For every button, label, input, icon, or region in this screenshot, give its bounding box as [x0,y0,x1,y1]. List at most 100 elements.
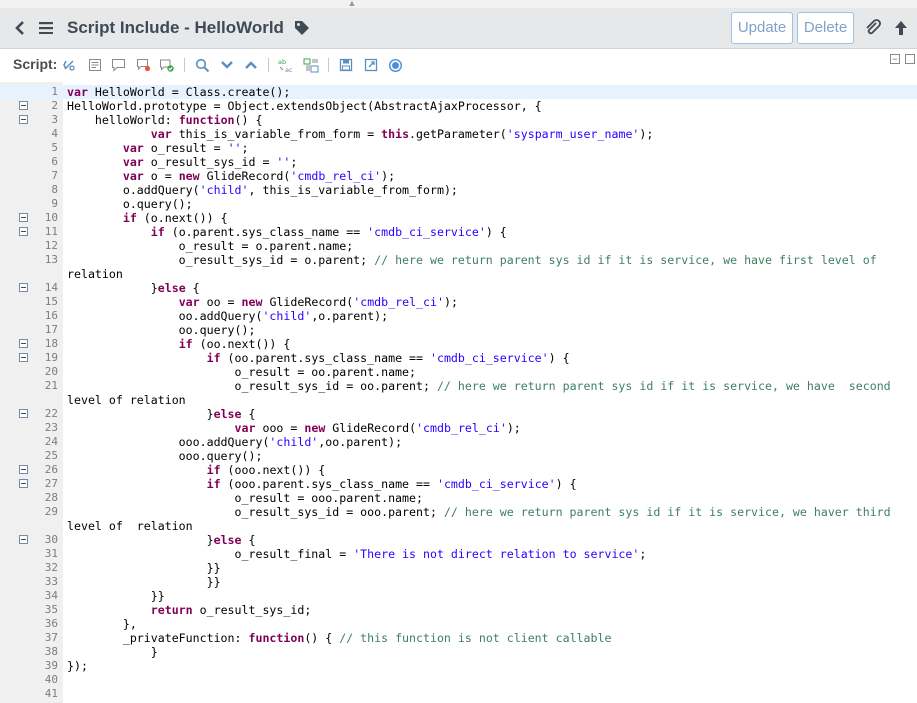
attachment-button[interactable] [862,17,884,39]
chevron-down-icon[interactable] [219,57,235,73]
code-line[interactable]: 2 HelloWorld.prototype = Object.extendsOb… [0,99,917,113]
code-line[interactable]: 37 _privateFunction: function() { // thi… [0,631,917,645]
line-number: 11 [44,225,58,238]
back-button[interactable] [10,17,30,39]
code-line[interactable]: 15 var oo = new GlideRecord('cmdb_rel_ci… [0,295,917,309]
code-line-wrap[interactable]: level of relation [0,393,917,407]
code-line[interactable]: 8 o.addQuery('child', this_is_variable_f… [0,183,917,197]
line-number: 8 [51,183,58,196]
code-line[interactable]: 21 o_result_sys_id = oo.parent; // here … [0,379,917,393]
code-line[interactable]: 20 o_result = oo.parent.name; [0,365,917,379]
code-line[interactable]: 23 var ooo = new GlideRecord('cmdb_rel_c… [0,421,917,435]
fold-toggle-icon[interactable] [19,115,28,124]
code-line[interactable]: 7 var o = new GlideRecord('cmdb_rel_ci')… [0,169,917,183]
remove-comment-icon[interactable] [135,57,151,73]
line-number: 29 [44,505,58,518]
code-line[interactable]: 26 if (ooo.next()) { [0,463,917,477]
code-line[interactable]: 36 }, [0,617,917,631]
code-line[interactable]: 14 }else { [0,281,917,295]
code-line[interactable]: 10 if (o.next()) { [0,211,917,225]
code-text: var o_result_sys_id = ''; [122,155,298,169]
line-number: 31 [44,547,58,560]
fullscreen-icon[interactable] [363,57,379,73]
code-line[interactable]: 16 oo.addQuery('child',o.parent); [0,309,917,323]
delete-button[interactable]: Delete [797,12,854,44]
fold-toggle-icon[interactable] [19,213,28,222]
fold-toggle-icon[interactable] [19,283,28,292]
code-line[interactable]: 40 [0,673,917,687]
help-icon[interactable] [387,57,403,73]
search-icon[interactable] [194,57,210,73]
code-line[interactable]: 39}); [0,659,917,673]
code-line[interactable]: 13 o_result_sys_id = o.parent; // here w… [0,253,917,267]
code-line[interactable]: 30 }else { [0,533,917,547]
line-number: 36 [44,617,58,630]
code-line[interactable]: 24 ooo.addQuery('child',oo.parent); [0,435,917,449]
replace-icon[interactable]: ab ac [278,57,294,73]
fold-toggle-icon[interactable] [19,535,28,544]
code-line[interactable]: 12 o_result = o.parent.name; [0,239,917,253]
fold-toggle-icon[interactable] [19,465,28,474]
code-editor[interactable]: 1 var HelloWorld = Class.create(); 2 HelloW… [0,82,917,703]
code-line[interactable]: 17 oo.query(); [0,323,917,337]
fold-toggle-icon[interactable] [19,353,28,362]
code-line[interactable]: 5 var o_result = ''; [0,141,917,155]
code-line[interactable]: 18 if (oo.next()) { [0,337,917,351]
tag-button[interactable] [291,17,313,39]
code-line[interactable]: 9 o.query(); [0,197,917,211]
code-text: } [67,645,158,659]
context-menu-button[interactable] [36,17,56,39]
comment-icon[interactable] [110,57,126,73]
code-text: _privateFunction: function() { // this f… [67,631,612,645]
code-text: var o_result = ''; [122,141,249,155]
code-line[interactable]: 41 [0,687,917,701]
update-button[interactable]: Update [731,12,793,44]
check-syntax-icon[interactable] [159,57,175,73]
code-line[interactable]: 33 }} [0,575,917,589]
scroll-up-button[interactable] [890,17,912,39]
code-line[interactable]: 32 }} [0,561,917,575]
code-line[interactable]: 34 }} [0,589,917,603]
code-line[interactable]: 25 ooo.query(); [0,449,917,463]
line-number: 16 [44,309,58,322]
line-number: 34 [44,589,58,602]
code-text: if (o.next()) { [122,211,228,225]
fold-toggle-icon[interactable] [19,339,28,348]
code-text: o_result_sys_id = oo.parent; // here we … [67,379,891,393]
save-icon[interactable] [338,57,354,73]
code-line[interactable]: 35 return o_result_sys_id; [0,603,917,617]
script-toolbar: Script: ab ac − [0,49,917,79]
code-text: var ooo = new GlideRecord('cmdb_rel_ci')… [234,421,521,435]
paperclip-icon [866,19,881,35]
fold-toggle-icon[interactable] [19,227,28,236]
replace-all-icon[interactable] [303,57,319,73]
code-line[interactable]: 6 var o_result_sys_id = ''; [0,155,917,169]
line-number: 15 [44,295,58,308]
code-line-wrap[interactable]: relation [0,267,917,281]
line-number: 9 [51,197,58,210]
code-line[interactable]: 31 o_result_final = 'There is not direct… [0,547,917,561]
code-line[interactable]: 4 var this_is_variable_from_form = this.… [0,127,917,141]
code-line[interactable]: 1 var HelloWorld = Class.create(); [0,85,917,99]
collapse-caret-icon[interactable]: ▲ [347,0,357,8]
code-line[interactable]: 29 o_result_sys_id = ooo.parent; // here… [0,505,917,519]
code-line[interactable]: 11 if (o.parent.sys_class_name == 'cmdb_… [0,225,917,239]
line-number: 24 [44,435,58,448]
code-line-wrap[interactable]: level of relation [0,519,917,533]
code-line[interactable]: 19 if (oo.parent.sys_class_name == 'cmdb… [0,351,917,365]
code-text: o_result_sys_id = o.parent; // here we r… [67,253,877,267]
fold-toggle-icon[interactable] [19,479,28,488]
code-line[interactable]: 27 if (ooo.parent.sys_class_name == 'cmd… [0,477,917,491]
code-line[interactable]: 28 o_result = ooo.parent.name; [0,491,917,505]
code-line[interactable]: 38 } [0,645,917,659]
fold-toggle-icon[interactable] [19,409,28,418]
format-code-icon[interactable] [87,57,103,73]
collapse-all-icon[interactable]: − [890,54,900,64]
fold-toggle-icon[interactable] [19,101,28,110]
toggle-syntax-icon[interactable] [61,57,77,73]
code-text: var o = new GlideRecord('cmdb_rel_ci'); [122,169,396,183]
code-line[interactable]: 22 }else { [0,407,917,421]
chevron-up-icon[interactable] [243,57,259,73]
code-line[interactable]: 3 helloWorld: function() { [0,113,917,127]
expand-all-icon[interactable] [905,54,915,64]
